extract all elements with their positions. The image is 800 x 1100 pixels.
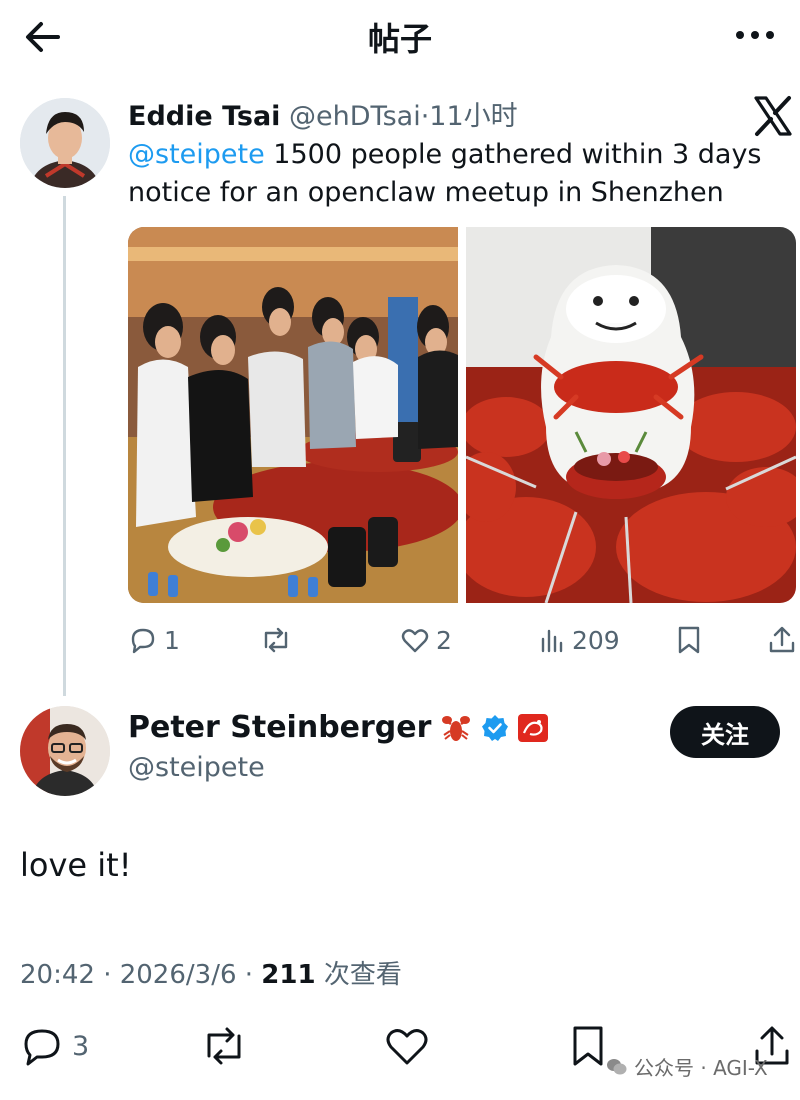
watermark: 公众号 · AGI-X bbox=[606, 1052, 768, 1081]
post-views-count: 211 bbox=[261, 960, 316, 990]
watermark-text: 公众号 · AGI-X bbox=[634, 1056, 768, 1080]
bookmark-action[interactable] bbox=[568, 1018, 608, 1074]
like-count: 2 bbox=[436, 625, 452, 655]
media-photo-crowd[interactable] bbox=[128, 227, 458, 603]
verified-badge-icon bbox=[482, 714, 509, 741]
reply-icon bbox=[131, 628, 155, 654]
repost-action[interactable] bbox=[200, 1018, 248, 1074]
top-bar: 帖子 bbox=[0, 0, 800, 74]
wechat-icon bbox=[607, 1058, 627, 1074]
avatar-image bbox=[20, 706, 110, 796]
repost-icon bbox=[207, 1027, 241, 1065]
quoted-timestamp[interactable]: 11小时 bbox=[429, 101, 517, 132]
more-horizontal-icon bbox=[736, 31, 774, 39]
views-action[interactable]: 209 bbox=[540, 620, 620, 660]
avatar-eddie-tsai[interactable] bbox=[20, 98, 110, 188]
post-timestamp: 20:42 · 2026/3/6 · bbox=[20, 960, 262, 990]
reply-count: 3 bbox=[72, 1030, 90, 1062]
post-views-label: 次查看 bbox=[315, 960, 402, 990]
more-button[interactable] bbox=[732, 20, 778, 50]
separator-dot: · bbox=[420, 101, 430, 132]
author-handle[interactable]: @steipete bbox=[128, 752, 265, 783]
lobster-emoji-icon bbox=[442, 715, 471, 741]
heart-icon bbox=[401, 629, 429, 653]
quoted-text: @steipete 1500 people gathered within 3 … bbox=[128, 136, 788, 212]
share-action[interactable] bbox=[768, 620, 796, 660]
quoted-author-name[interactable]: Eddie Tsai bbox=[128, 101, 280, 132]
bookmark-icon bbox=[678, 626, 700, 654]
repost-action[interactable] bbox=[260, 620, 298, 660]
repost-icon bbox=[264, 627, 288, 653]
media-photo-crayfish[interactable] bbox=[466, 227, 796, 603]
author-name[interactable]: Peter Steinberger bbox=[128, 710, 431, 745]
reply-count: 1 bbox=[164, 625, 180, 655]
reply-action[interactable]: 1 bbox=[128, 620, 180, 660]
bookmark-icon bbox=[573, 1026, 603, 1066]
views-count: 209 bbox=[572, 625, 620, 655]
like-action[interactable]: 2 bbox=[400, 620, 452, 660]
thread-line bbox=[63, 196, 66, 696]
avatar-peter-steinberger[interactable] bbox=[20, 706, 110, 796]
mention-link[interactable]: @steipete bbox=[128, 139, 265, 170]
quoted-actions: 1 2 209 bbox=[128, 620, 800, 660]
affiliate-badge-icon bbox=[518, 713, 549, 742]
follow-button[interactable]: 关注 bbox=[670, 706, 780, 758]
author-name-row: Peter Steinberger bbox=[128, 710, 549, 745]
like-action[interactable] bbox=[384, 1018, 430, 1074]
post-meta: 20:42 · 2026/3/6 · 211 次查看 bbox=[20, 954, 402, 991]
avatar-image bbox=[20, 98, 110, 188]
x-logo-icon bbox=[752, 95, 794, 137]
reply-action[interactable]: 3 bbox=[20, 1018, 89, 1074]
bar-chart-icon bbox=[541, 629, 563, 653]
bookmark-action[interactable] bbox=[676, 620, 702, 660]
quoted-author-handle[interactable]: @ehDTsai bbox=[289, 101, 421, 132]
page-title: 帖子 bbox=[367, 20, 432, 58]
quoted-header: Eddie Tsai @ehDTsai·11小时 bbox=[128, 94, 518, 133]
reply-icon bbox=[24, 1029, 60, 1066]
post-text: love it! bbox=[20, 846, 132, 884]
share-icon bbox=[769, 626, 795, 653]
heart-icon bbox=[386, 1029, 428, 1065]
